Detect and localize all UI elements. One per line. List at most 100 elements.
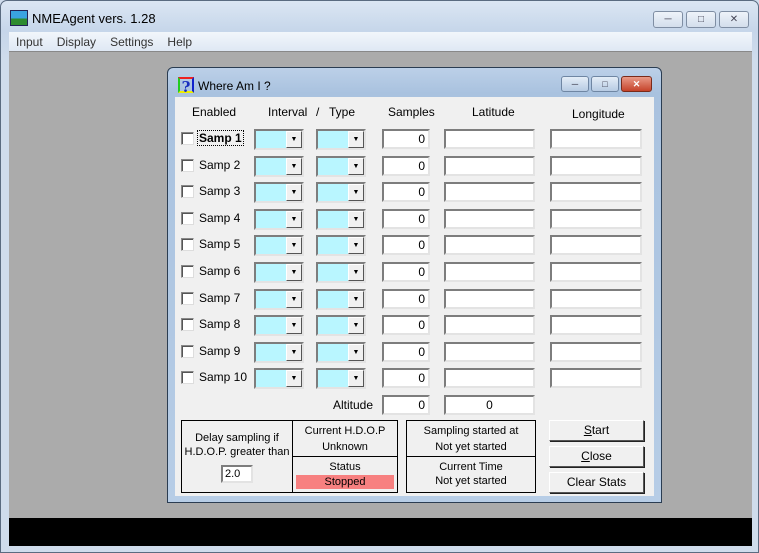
type-dropdown[interactable]: ▼ xyxy=(316,208,366,230)
chevron-down-icon[interactable]: ▼ xyxy=(348,290,364,308)
interval-dropdown[interactable]: ▼ xyxy=(254,315,304,337)
chevron-down-icon[interactable]: ▼ xyxy=(348,184,364,202)
samples-field[interactable]: 0 xyxy=(382,288,430,309)
chevron-down-icon[interactable]: ▼ xyxy=(286,131,302,148)
interval-dropdown[interactable]: ▼ xyxy=(254,208,304,230)
latitude-field[interactable] xyxy=(444,208,535,229)
latitude-field[interactable] xyxy=(444,288,535,309)
clear-stats-button[interactable]: Clear Stats xyxy=(549,472,644,493)
menu-input[interactable]: Input xyxy=(9,35,50,49)
latitude-field[interactable] xyxy=(444,262,535,282)
sample-enabled-checkbox[interactable] xyxy=(181,211,194,225)
type-dropdown[interactable]: ▼ xyxy=(316,341,366,363)
interval-dropdown[interactable]: ▼ xyxy=(254,155,304,177)
sample-enabled-checkbox[interactable] xyxy=(181,318,194,332)
chevron-down-icon[interactable]: ▼ xyxy=(286,157,302,175)
interval-dropdown[interactable]: ▼ xyxy=(254,368,304,390)
type-dropdown[interactable]: ▼ xyxy=(316,235,366,257)
interval-dropdown[interactable]: ▼ xyxy=(254,235,304,257)
longitude-field[interactable] xyxy=(550,182,642,203)
chevron-down-icon[interactable]: ▼ xyxy=(348,317,364,335)
chevron-down-icon[interactable]: ▼ xyxy=(286,264,302,281)
latitude-field[interactable] xyxy=(444,368,535,389)
samples-field[interactable]: 0 xyxy=(382,315,430,336)
sampling-started-box: Sampling started at Not yet started xyxy=(406,420,536,457)
samples-field[interactable]: 0 xyxy=(382,129,430,149)
chevron-down-icon[interactable]: ▼ xyxy=(286,290,302,308)
longitude-field[interactable] xyxy=(550,341,642,362)
samples-field[interactable]: 0 xyxy=(382,368,430,389)
app-titlebar[interactable]: NMEAgent vers. 1.28 ─ □ ✕ xyxy=(1,1,758,33)
interval-dropdown[interactable]: ▼ xyxy=(254,182,304,204)
chevron-down-icon[interactable]: ▼ xyxy=(286,370,302,388)
close-button[interactable]: ✕ xyxy=(719,11,749,28)
type-dropdown[interactable]: ▼ xyxy=(316,129,366,150)
latitude-field[interactable] xyxy=(444,129,535,149)
menu-help[interactable]: Help xyxy=(160,35,199,49)
longitude-field[interactable] xyxy=(550,235,642,256)
sample-enabled-checkbox[interactable] xyxy=(181,158,194,172)
type-dropdown[interactable]: ▼ xyxy=(316,315,366,337)
chevron-down-icon[interactable]: ▼ xyxy=(286,210,302,228)
samples-field[interactable]: 0 xyxy=(382,262,430,282)
samples-field[interactable]: 0 xyxy=(382,155,430,176)
chevron-down-icon[interactable]: ▼ xyxy=(348,343,364,361)
sample-enabled-checkbox[interactable] xyxy=(181,371,194,385)
type-dropdown[interactable]: ▼ xyxy=(316,288,366,310)
chevron-down-icon[interactable]: ▼ xyxy=(348,210,364,228)
sample-enabled-checkbox[interactable] xyxy=(181,132,194,145)
type-dropdown[interactable]: ▼ xyxy=(316,368,366,390)
samples-field[interactable]: 0 xyxy=(382,182,430,203)
latitude-field[interactable] xyxy=(444,182,535,203)
chevron-down-icon[interactable]: ▼ xyxy=(286,237,302,255)
sample-enabled-checkbox[interactable] xyxy=(181,344,194,358)
samples-field[interactable]: 0 xyxy=(382,341,430,362)
longitude-field[interactable] xyxy=(550,315,642,336)
interval-dropdown[interactable]: ▼ xyxy=(254,288,304,310)
longitude-field[interactable] xyxy=(550,155,642,176)
sample-enabled-checkbox[interactable] xyxy=(181,238,194,252)
latitude-field[interactable] xyxy=(444,341,535,362)
chevron-down-icon[interactable]: ▼ xyxy=(286,184,302,202)
start-button[interactable]: Start xyxy=(549,420,644,441)
latitude-field[interactable] xyxy=(444,315,535,336)
start-accel: S xyxy=(583,423,592,437)
samples-field[interactable]: 0 xyxy=(382,208,430,229)
altitude-samples-field[interactable]: 0 xyxy=(382,395,430,415)
hdop-threshold-input[interactable]: 2.0 xyxy=(221,465,253,483)
dialog-close-button[interactable]: ✕ xyxy=(621,76,652,92)
altitude-value-field[interactable]: 0 xyxy=(444,395,535,415)
chevron-down-icon[interactable]: ▼ xyxy=(348,131,364,148)
longitude-field[interactable] xyxy=(550,368,642,389)
chevron-down-icon[interactable]: ▼ xyxy=(348,237,364,255)
longitude-field[interactable] xyxy=(550,129,642,149)
sample-enabled-checkbox[interactable] xyxy=(181,265,194,278)
dialog-minimize-button[interactable]: ─ xyxy=(561,76,589,92)
longitude-field[interactable] xyxy=(550,262,642,282)
chevron-down-icon[interactable]: ▼ xyxy=(348,370,364,388)
type-dropdown[interactable]: ▼ xyxy=(316,182,366,204)
sample-enabled-checkbox[interactable] xyxy=(181,291,194,305)
latitude-field[interactable] xyxy=(444,235,535,256)
samples-field[interactable]: 0 xyxy=(382,235,430,256)
longitude-field[interactable] xyxy=(550,288,642,309)
interval-dropdown[interactable]: ▼ xyxy=(254,341,304,363)
sample-enabled-checkbox[interactable] xyxy=(181,185,194,199)
menu-settings[interactable]: Settings xyxy=(103,35,160,49)
longitude-field[interactable] xyxy=(550,208,642,229)
interval-dropdown[interactable]: ▼ xyxy=(254,129,304,150)
chevron-down-icon[interactable]: ▼ xyxy=(286,343,302,361)
interval-dropdown[interactable]: ▼ xyxy=(254,262,304,283)
maximize-button[interactable]: □ xyxy=(686,11,716,28)
minimize-button[interactable]: ─ xyxy=(653,11,683,28)
sample-row: Samp 6 ▼ ▼ 0 xyxy=(175,262,654,284)
chevron-down-icon[interactable]: ▼ xyxy=(348,157,364,175)
type-dropdown[interactable]: ▼ xyxy=(316,155,366,177)
type-dropdown[interactable]: ▼ xyxy=(316,262,366,283)
latitude-field[interactable] xyxy=(444,155,535,176)
dialog-maximize-button[interactable]: □ xyxy=(591,76,619,92)
chevron-down-icon[interactable]: ▼ xyxy=(286,317,302,335)
menu-display[interactable]: Display xyxy=(50,35,103,49)
close-dialog-button[interactable]: Close xyxy=(549,446,644,467)
chevron-down-icon[interactable]: ▼ xyxy=(348,264,364,281)
